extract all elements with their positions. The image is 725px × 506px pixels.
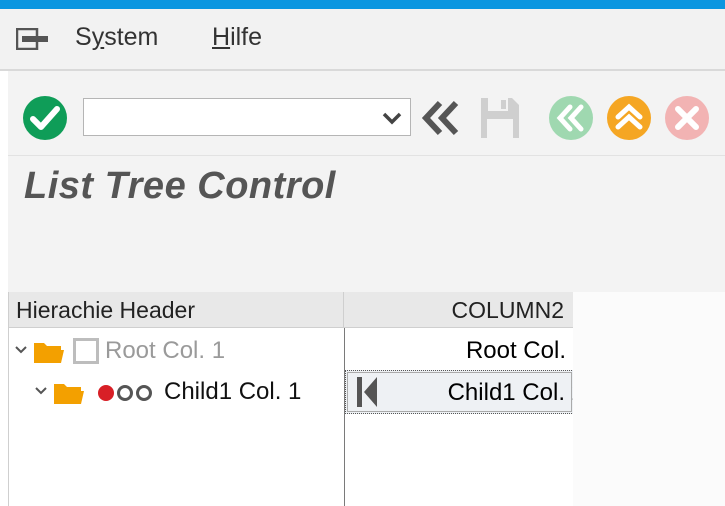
- menu-icon[interactable]: [16, 28, 48, 50]
- menu-item-system-mnemonic-prefix: S: [75, 23, 92, 51]
- folder-open-icon: [54, 384, 84, 404]
- exit-icon[interactable]: [606, 95, 652, 141]
- tree-row-root[interactable]: Root Col. 1 Root Col. 2: [9, 331, 574, 371]
- child1-col2-text: Child1 Col. 2: [447, 379, 574, 406]
- application-toolbar: [8, 222, 725, 292]
- tree-row-child1[interactable]: Child1 Col. 1 Child1 Col. 2: [9, 370, 574, 414]
- menu-item-hilfe-mnemonic-suffix: ilfe: [230, 23, 263, 51]
- checkbox-icon[interactable]: [73, 338, 99, 364]
- root-col1-text: Root Col. 1: [105, 337, 226, 364]
- header-hierarchy[interactable]: Hierachie Header: [9, 292, 344, 328]
- title-bar: List Tree Control: [8, 155, 725, 223]
- child1-col1-text: Child1 Col. 1: [164, 378, 302, 405]
- first-page-icon: [357, 377, 377, 407]
- empty-area: [573, 292, 725, 506]
- root-col2-text: Root Col. 2: [465, 337, 574, 364]
- top-accent-bar: [0, 0, 725, 9]
- menu-item-hilfe[interactable]: Hilfe: [212, 23, 262, 52]
- cancel-icon[interactable]: [664, 95, 710, 141]
- collapse-double-left-icon[interactable]: [422, 95, 462, 141]
- folder-open-icon: [34, 343, 64, 363]
- expand-chevron-icon[interactable]: [15, 345, 27, 355]
- page-title: List Tree Control: [24, 165, 336, 207]
- command-dropdown-icon[interactable]: [382, 110, 402, 126]
- menu-item-system[interactable]: System: [75, 23, 158, 52]
- command-field[interactable]: [83, 98, 411, 136]
- menu-item-hilfe-mnemonic: H: [212, 23, 231, 51]
- standard-toolbar: [8, 71, 725, 155]
- list-tree-control: Hierachie Header COLUMN2 Root Col. 1 Roo…: [8, 292, 574, 506]
- checkmark-icon[interactable]: [22, 95, 68, 141]
- header-column2[interactable]: COLUMN2: [344, 292, 574, 328]
- menu-item-system-mnemonic-suffix: stem: [104, 23, 159, 51]
- menu-bar: System Hilfe: [0, 9, 725, 71]
- expand-chevron-icon[interactable]: [35, 386, 47, 396]
- child1-col2-cell[interactable]: Child1 Col. 2: [345, 370, 574, 414]
- status-light-red-icon: [98, 385, 152, 401]
- back-icon[interactable]: [548, 95, 594, 141]
- menu-item-system-mnemonic: y: [91, 23, 105, 51]
- save-icon[interactable]: [478, 95, 522, 141]
- root-col2-cell[interactable]: Root Col. 2: [345, 331, 574, 371]
